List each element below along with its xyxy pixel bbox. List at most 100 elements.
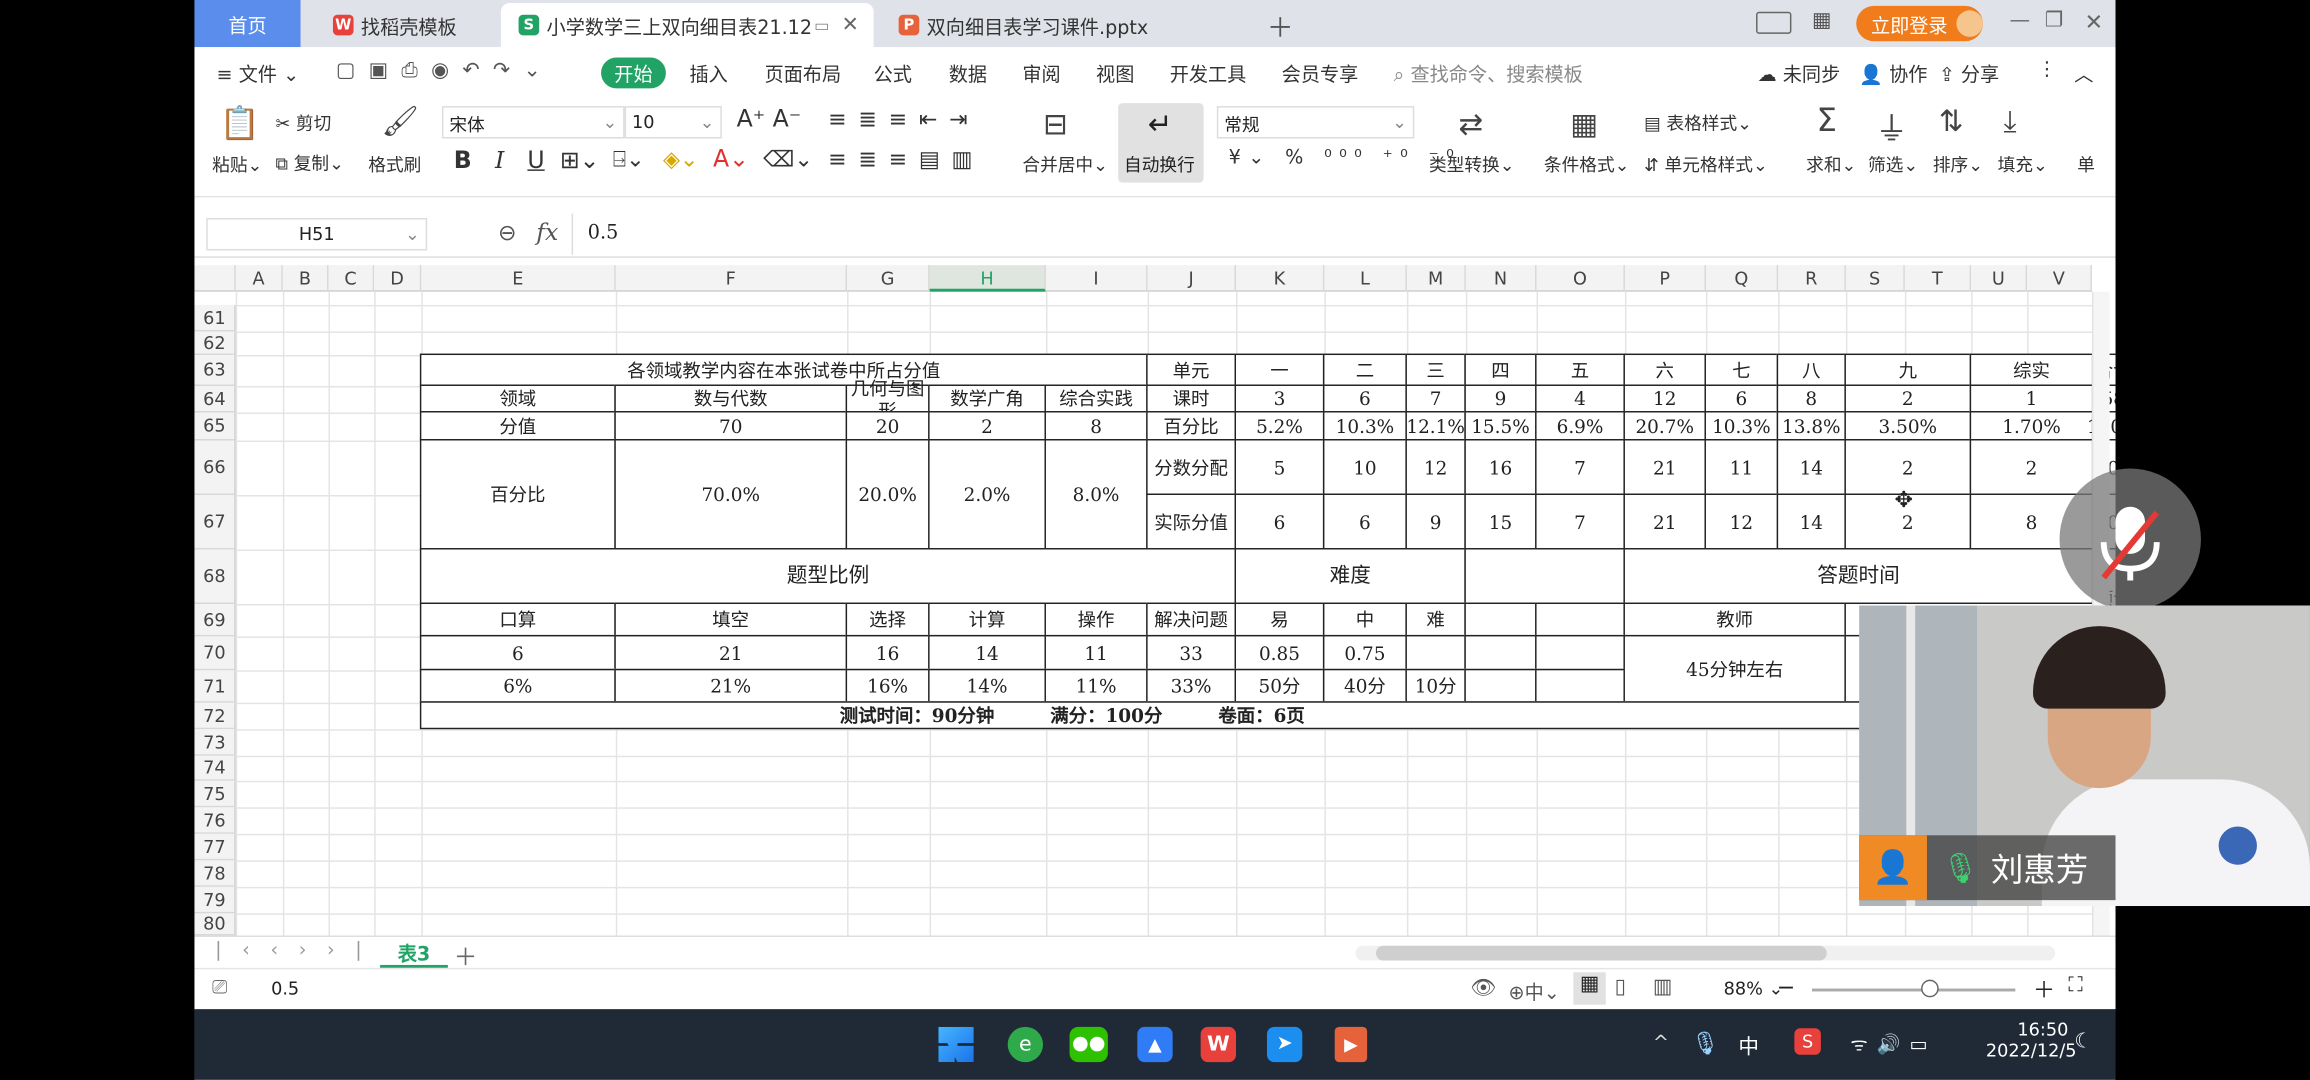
- class-hours-cell[interactable]: 6: [1322, 384, 1407, 413]
- mail-icon[interactable]: ➤: [1266, 1026, 1303, 1063]
- wps-icon[interactable]: W: [1200, 1026, 1237, 1063]
- empty-cell[interactable]: [1464, 548, 1625, 605]
- row-header-68[interactable]: 68: [194, 549, 236, 605]
- percent-cell[interactable]: 12.1%: [1405, 411, 1466, 441]
- column-header-d[interactable]: D: [374, 265, 422, 292]
- score-allocation-cell[interactable]: 16: [1464, 439, 1537, 495]
- column-header-c[interactable]: C: [328, 265, 375, 292]
- percent-cell[interactable]: 13.8%: [1776, 411, 1846, 441]
- domain-percent-cell[interactable]: 20.0%: [845, 439, 930, 550]
- row-header-77[interactable]: 77: [194, 833, 236, 861]
- score-cell[interactable]: 百分比: [1146, 411, 1237, 441]
- score-cell[interactable]: 20: [845, 411, 930, 441]
- window-icon[interactable]: ▭: [814, 15, 829, 34]
- tab-page-layout[interactable]: 页面布局: [765, 59, 842, 87]
- tab-docer[interactable]: W 找稻壳模板: [315, 3, 499, 47]
- percent-cell[interactable]: 6.9%: [1535, 411, 1625, 441]
- row-header-76[interactable]: 76: [194, 807, 236, 834]
- fill-button[interactable]: 填充⌄: [1998, 152, 2048, 177]
- class-hours-cell[interactable]: 3: [1234, 384, 1325, 413]
- class-hours-cell[interactable]: 1: [1969, 384, 2094, 413]
- column-header-b[interactable]: B: [282, 265, 329, 292]
- minimize-icon[interactable]: —: [2009, 9, 2030, 33]
- column-header-j[interactable]: J: [1147, 265, 1237, 292]
- file-menu[interactable]: ≡ 文件 ⌄: [217, 59, 300, 87]
- sort-button[interactable]: 排序⌄: [1933, 152, 1983, 177]
- apps-grid-icon[interactable]: ▦: [1812, 9, 1831, 33]
- score-allocation-cell[interactable]: 10: [1322, 439, 1407, 495]
- share-button[interactable]: ⇪ 分享: [1939, 59, 1999, 87]
- format-painter-icon[interactable]: 🖌: [382, 103, 419, 138]
- percent-cell[interactable]: 10.3%: [1704, 411, 1779, 441]
- table-style-button[interactable]: ▤ 表格样式⌄: [1644, 110, 1752, 135]
- score-allocation-label[interactable]: 分数分配: [1146, 439, 1237, 495]
- zoom-slider[interactable]: [1812, 979, 2016, 998]
- merge-button[interactable]: 合并居中⌄: [1022, 152, 1108, 177]
- class-hours-cell[interactable]: 2: [1844, 384, 1972, 413]
- row-header-63[interactable]: 63: [194, 355, 236, 386]
- domain-label[interactable]: 数与代数: [614, 384, 848, 413]
- question-percent-cell[interactable]: 14%: [928, 668, 1046, 703]
- fx-icon[interactable]: fx: [536, 218, 558, 246]
- eye-icon[interactable]: 👁: [1470, 977, 1496, 1001]
- question-percent-cell[interactable]: 16%: [845, 668, 930, 703]
- sum-button[interactable]: 求和⌄: [1806, 152, 1856, 177]
- meeting-icon[interactable]: ▲: [1137, 1026, 1173, 1063]
- row-header-78[interactable]: 78: [194, 860, 236, 887]
- page-view-icon[interactable]: ▯: [1615, 975, 1626, 999]
- domain-label[interactable]: 几何与图形: [845, 376, 930, 421]
- row-header-67[interactable]: 67: [194, 494, 236, 550]
- merge-icon[interactable]: ⊟: [1043, 106, 1068, 141]
- normal-view-icon[interactable]: ▦: [1573, 972, 1606, 1005]
- actual-score-cell[interactable]: 6: [1322, 493, 1407, 550]
- clear-icon[interactable]: ⌫⌄: [763, 146, 813, 173]
- empty-cell[interactable]: [1464, 602, 1537, 637]
- class-hours-cell[interactable]: 8: [1776, 384, 1846, 413]
- mic-tray-icon[interactable]: 🎙: [1691, 1030, 1719, 1057]
- scroll-thumb[interactable]: [1375, 945, 1827, 961]
- unit-label[interactable]: 六: [1623, 353, 1706, 386]
- domain-label[interactable]: 数学广角: [928, 384, 1046, 413]
- class-hours-cell[interactable]: 7: [1405, 384, 1466, 413]
- actual-score-label[interactable]: 实际分值: [1146, 493, 1237, 550]
- fill-icon[interactable]: ⤓: [2004, 103, 2017, 138]
- paste-icon[interactable]: 📋: [220, 106, 260, 143]
- row-header-62[interactable]: 62: [194, 331, 236, 356]
- question-type-label[interactable]: 中: [1322, 602, 1407, 637]
- empty-cell[interactable]: [1535, 602, 1625, 637]
- score-allocation-cell[interactable]: 14: [1776, 439, 1846, 495]
- row-header-66[interactable]: 66: [194, 440, 236, 495]
- domain-percent-cell[interactable]: 8.0%: [1044, 439, 1148, 550]
- cell-style-button[interactable]: ⇵ 单元格样式⌄: [1644, 152, 1768, 177]
- question-types-header[interactable]: 题型比例: [419, 548, 1237, 605]
- actual-score-cell[interactable]: 6: [1234, 493, 1325, 550]
- collab-button[interactable]: 👤 协作: [1859, 59, 1927, 87]
- copy-button[interactable]: ⧉ 复制⌄: [275, 150, 343, 175]
- teacher-label[interactable]: 教师: [1623, 602, 1846, 637]
- question-type-label[interactable]: 计算: [928, 602, 1046, 637]
- halign-icons[interactable]: ≡≣≡▤▥: [828, 146, 984, 173]
- question-type-label[interactable]: 填空: [614, 602, 848, 637]
- cond-format-button[interactable]: 条件格式⌄: [1544, 152, 1630, 177]
- unit-header[interactable]: 单元: [1146, 353, 1237, 386]
- question-count-cell[interactable]: 0.75: [1322, 634, 1407, 671]
- domain-percent-cell[interactable]: 2.0%: [928, 439, 1046, 550]
- question-percent-cell[interactable]: 10分: [1405, 668, 1466, 703]
- score-allocation-cell[interactable]: 5: [1234, 439, 1325, 495]
- row-header-73[interactable]: 73: [194, 729, 236, 756]
- question-count-cell[interactable]: 21: [614, 634, 848, 671]
- question-count-cell[interactable]: 11: [1044, 634, 1148, 671]
- row-header-64[interactable]: 64: [194, 385, 236, 413]
- window-close-icon[interactable]: ✕: [2085, 9, 2104, 36]
- score-cell[interactable]: 2: [928, 411, 1046, 441]
- row-header-65[interactable]: 65: [194, 412, 236, 441]
- more-icon[interactable]: ⋮: [2037, 59, 2056, 81]
- zoom-level[interactable]: 88% ⌄: [1724, 978, 1784, 999]
- row-header-71[interactable]: 71: [194, 670, 236, 703]
- score-allocation-cell[interactable]: 7: [1535, 439, 1625, 495]
- column-header-e[interactable]: E: [421, 265, 616, 292]
- unit-label[interactable]: 综实: [1969, 353, 2094, 386]
- collapse-ribbon-icon[interactable]: ︿: [2074, 59, 2093, 87]
- question-count-cell[interactable]: 16: [845, 634, 930, 671]
- row-header-75[interactable]: 75: [194, 780, 236, 808]
